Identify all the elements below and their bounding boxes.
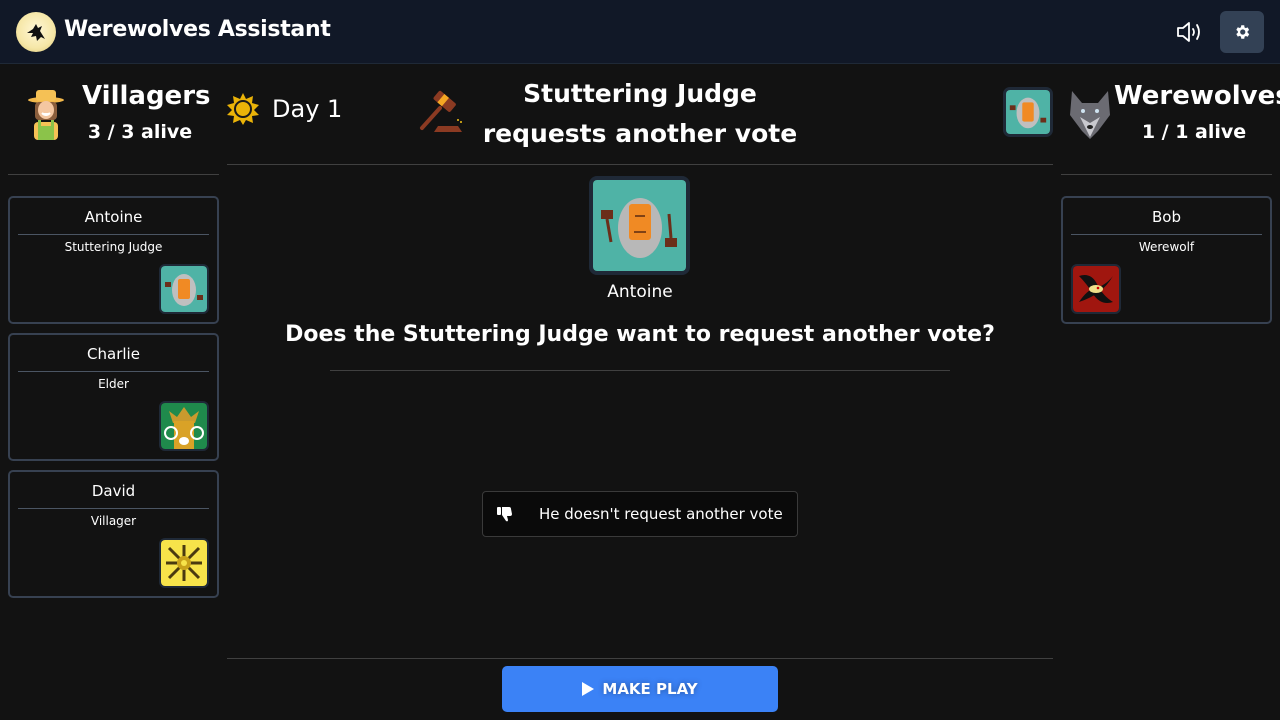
day-label: Day 1 (272, 95, 343, 123)
card-divider (18, 234, 209, 235)
event-title-line2: requests another vote (482, 119, 798, 148)
player-name: David (91, 482, 136, 500)
card-divider (18, 508, 209, 509)
question-text: Does the Stuttering Judge want to reques… (285, 322, 995, 347)
player-role: Stuttering Judge (64, 240, 163, 254)
play-icon (582, 682, 595, 696)
settings-button[interactable] (1220, 11, 1264, 53)
choice-label: He doesn't request another vote (539, 505, 783, 523)
werewolves-alive-count: 1 / 1 alive (1141, 121, 1247, 143)
player-name: Antoine (84, 208, 143, 226)
howling-wolf-moon-icon (27, 24, 45, 41)
werewolves-header: Werewolves 1 / 1 alive (1066, 78, 1280, 150)
player-card-bob[interactable]: Bob Werewolf (1061, 196, 1272, 324)
villagers-alive-count: 3 / 3 alive (87, 121, 193, 143)
player-role: Werewolf (1138, 240, 1195, 254)
question-divider (330, 370, 950, 371)
player-card-antoine[interactable]: Antoine Stuttering Judge (8, 196, 219, 324)
gavel-icon (420, 90, 462, 132)
sound-toggle-button[interactable] (1172, 16, 1208, 48)
werewolves-title: Werewolves (1114, 81, 1280, 111)
speaker-icon (1177, 22, 1200, 42)
stuttering-judge-card-icon (159, 264, 209, 314)
sun-icon (227, 93, 259, 125)
player-name: Charlie (87, 345, 140, 363)
day-indicator: Day 1 (226, 92, 342, 126)
make-play-button[interactable]: MAKE PLAY (502, 666, 778, 712)
make-play-label: MAKE PLAY (602, 680, 698, 698)
card-divider (18, 371, 209, 372)
target-player-role-image (589, 176, 690, 275)
stuttering-judge-card-icon (1006, 90, 1050, 134)
event-title: Stuttering Judge requests another vote (460, 74, 820, 154)
player-card-charlie[interactable]: Charlie Elder (8, 333, 219, 461)
villager-card-icon (159, 538, 209, 588)
elder-card-icon (159, 401, 209, 451)
card-divider (1071, 234, 1262, 235)
wolf-head-icon (1066, 86, 1114, 142)
villagers-divider (8, 174, 219, 175)
top-bar: Werewolves Assistant (0, 0, 1280, 64)
center-top-divider (227, 164, 1053, 165)
choice-no-another-vote-button[interactable]: He doesn't request another vote (482, 491, 798, 537)
villager-farmer-icon (22, 86, 70, 142)
app-logo[interactable] (16, 12, 56, 52)
gear-icon (1236, 25, 1250, 39)
player-role: Elder (98, 377, 129, 391)
target-player-name: Antoine (607, 282, 673, 302)
event-role-thumbnail[interactable] (1003, 87, 1053, 137)
player-role: Villager (90, 514, 137, 528)
player-name: Bob (1152, 208, 1181, 226)
werewolf-card-icon (1071, 264, 1121, 314)
app-title: Werewolves Assistant (64, 17, 331, 42)
stuttering-judge-card-icon (593, 180, 686, 271)
event-title-line1: Stuttering Judge (523, 79, 757, 108)
villagers-header: Villagers 3 / 3 alive (22, 78, 211, 150)
player-card-david[interactable]: David Villager (8, 470, 219, 598)
center-bottom-divider (227, 658, 1053, 659)
thumbs-down-icon (497, 506, 521, 522)
villagers-title: Villagers (82, 81, 211, 111)
werewolves-divider (1061, 174, 1272, 175)
